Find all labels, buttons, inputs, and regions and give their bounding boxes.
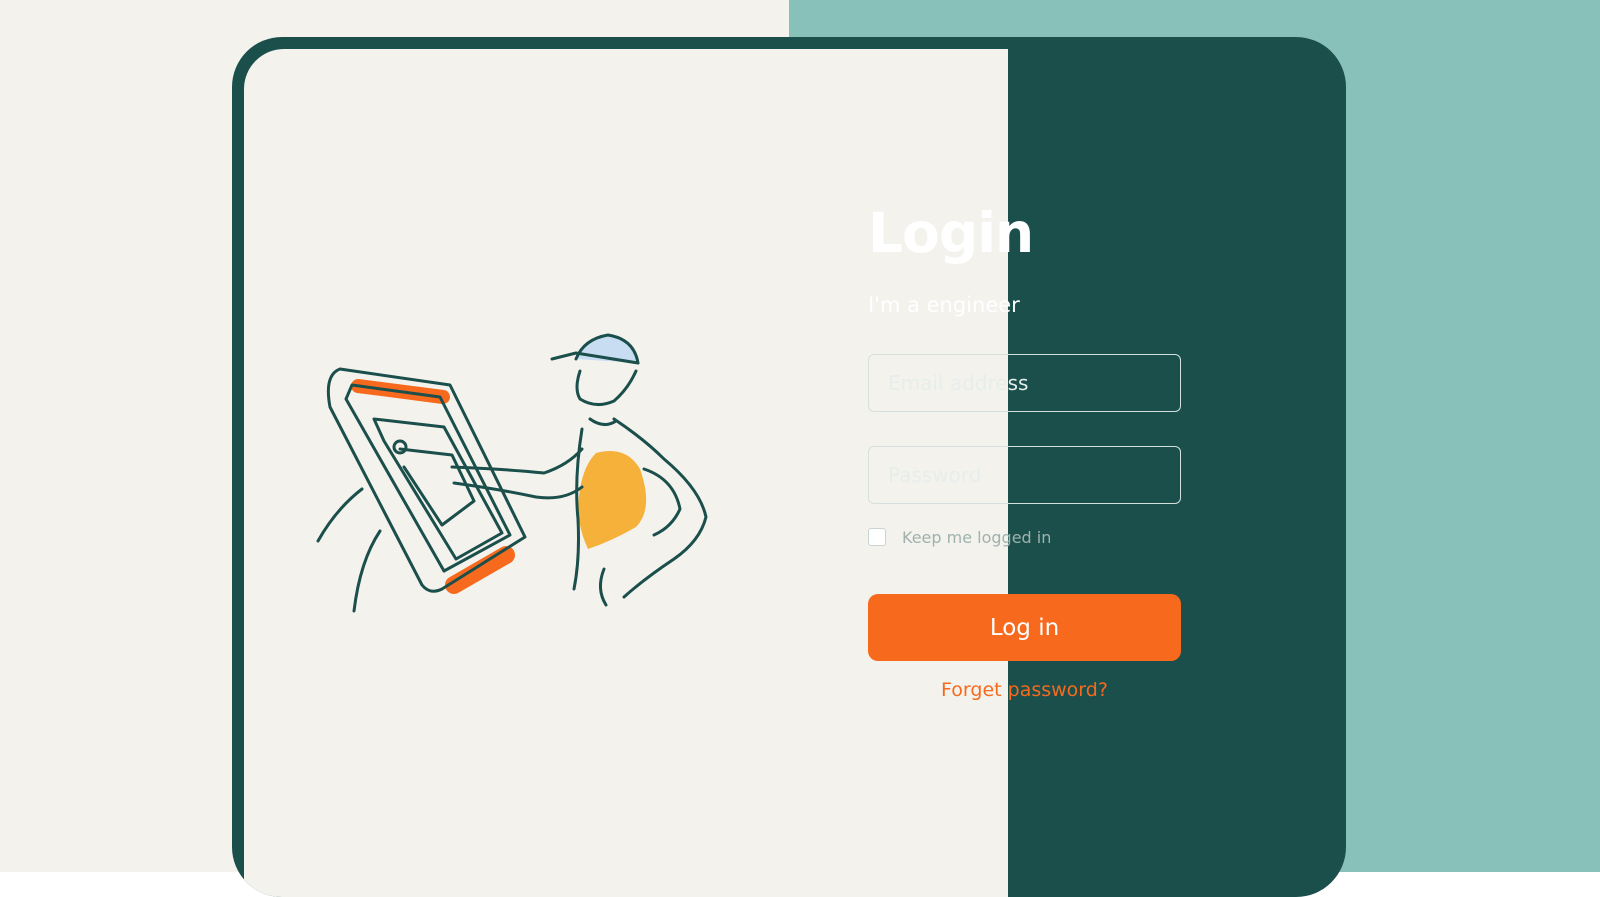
forgot-password-link[interactable]: Forget password? [868, 679, 1181, 701]
role-subtitle: I'm a engineer [868, 293, 1020, 317]
login-title: Login [868, 201, 1034, 265]
login-form: Login I'm a engineer Keep me logged in L… [868, 200, 1181, 701]
keep-logged-in-checkbox[interactable] [868, 528, 886, 546]
keep-logged-in-label[interactable]: Keep me logged in [902, 528, 1051, 547]
password-input[interactable] [868, 446, 1181, 504]
keep-logged-in-row[interactable]: Keep me logged in [868, 526, 1181, 548]
login-button[interactable]: Log in [868, 594, 1181, 661]
email-input[interactable] [868, 354, 1181, 412]
